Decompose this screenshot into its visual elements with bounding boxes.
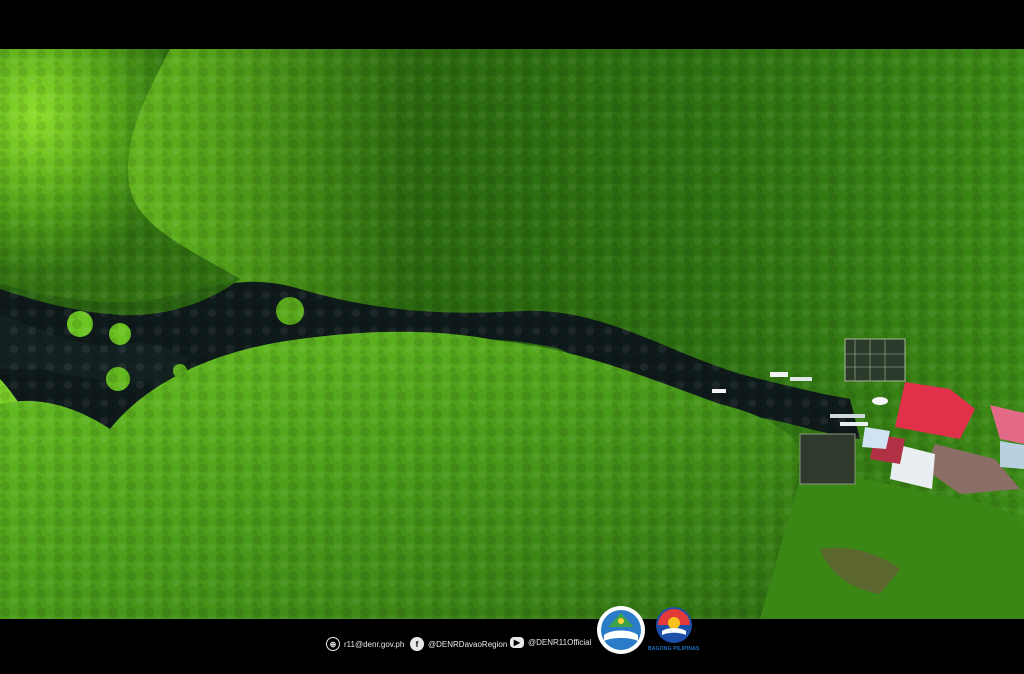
top-black-bar bbox=[0, 0, 1024, 49]
youtube-contact[interactable]: ▶ @DENR11Official bbox=[510, 637, 591, 648]
email-text: r11@denr.gov.ph bbox=[344, 639, 405, 649]
globe-icon: ⊕ bbox=[326, 637, 340, 651]
facebook-icon: f bbox=[410, 637, 424, 651]
footer-bar: ⊕ r11@denr.gov.ph f @DENRDavaoRegion ▶ @… bbox=[0, 619, 1024, 674]
mangrove-scene bbox=[0, 49, 1024, 619]
bagong-pilipinas-logo bbox=[656, 607, 692, 643]
facebook-handle: @DENRDavaoRegion bbox=[428, 639, 508, 649]
denr-seal-logo bbox=[597, 606, 645, 654]
mangrove-aerial-photo bbox=[0, 49, 1024, 619]
youtube-handle: @DENR11Official bbox=[528, 638, 592, 647]
email-contact[interactable]: ⊕ r11@denr.gov.ph bbox=[326, 637, 404, 651]
facebook-contact[interactable]: f @DENRDavaoRegion bbox=[410, 637, 507, 651]
youtube-icon: ▶ bbox=[510, 637, 524, 648]
bagong-pilipinas-caption: BAGONG PILIPINAS bbox=[648, 646, 700, 652]
